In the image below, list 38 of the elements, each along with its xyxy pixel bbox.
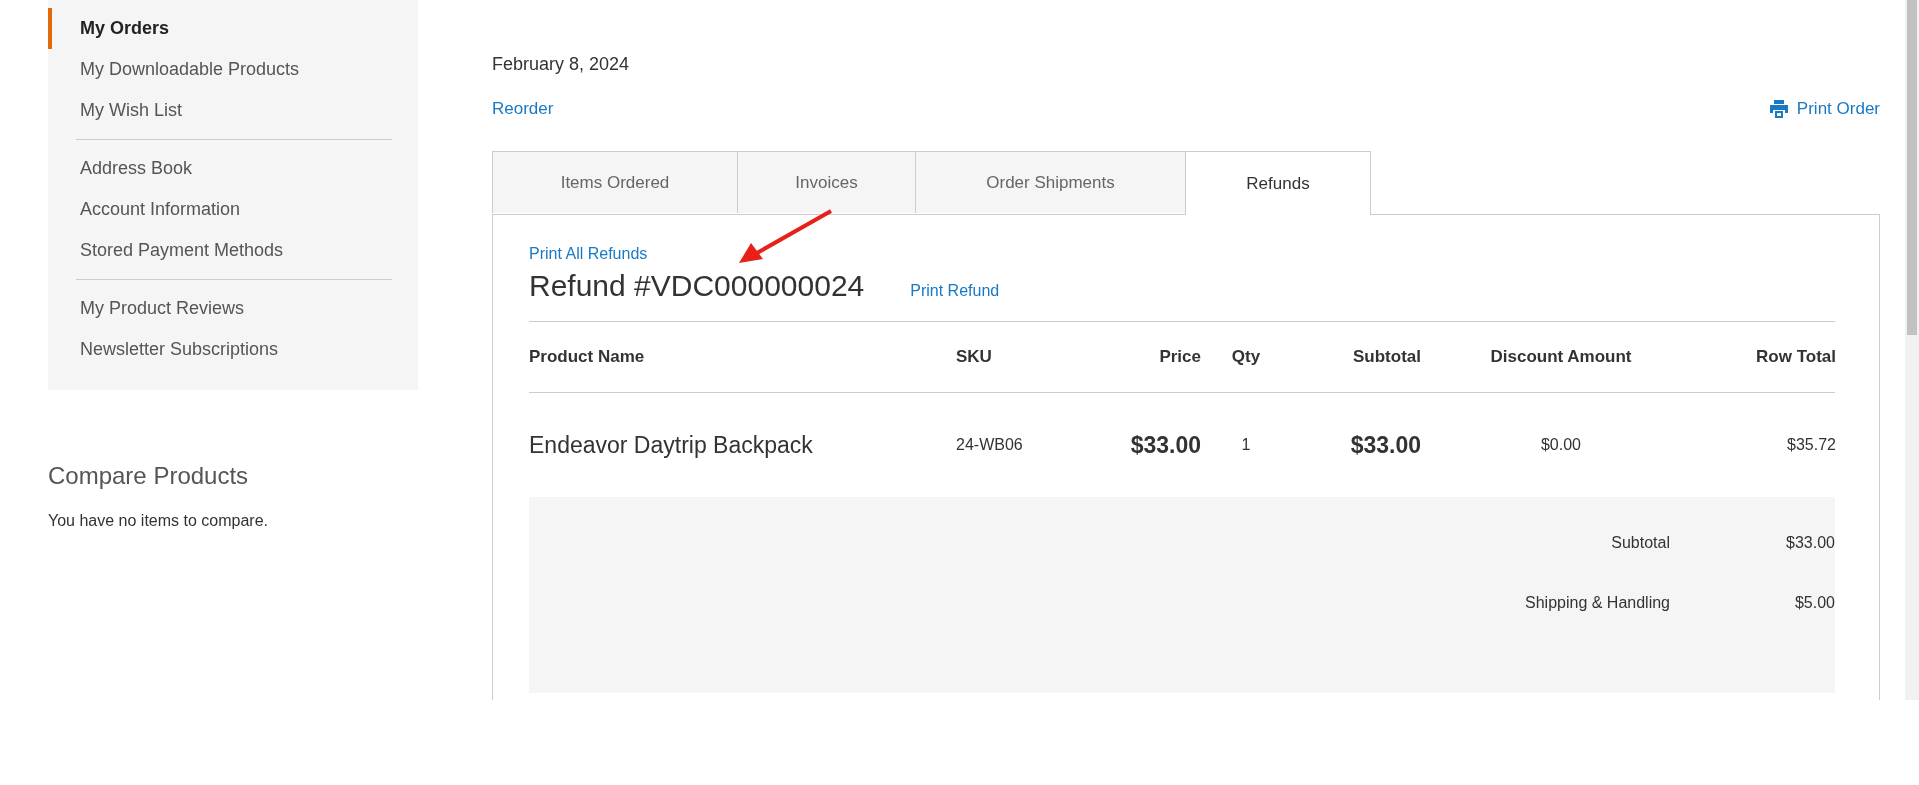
column-header: Price (1158, 347, 1201, 367)
refund-title: Refund #VDC000000024 (529, 269, 865, 303)
sidebar-item[interactable]: Address Book (48, 148, 418, 189)
column-header: SKU (956, 347, 993, 367)
order-tab[interactable]: Items Ordered (492, 151, 737, 213)
total-value: $33.00 (1785, 534, 1835, 552)
table-cell-text: $33.00 (1129, 431, 1201, 459)
reorder-link[interactable]: Reorder (492, 99, 554, 119)
sidebar-item[interactable]: Newsletter Subscriptions (48, 329, 418, 370)
total-value: $5.00 (1793, 594, 1835, 612)
compare-message: You have no items to compare. (48, 512, 269, 530)
print-all-refunds-link[interactable]: Print All Refunds (529, 245, 648, 263)
order-date: February 8, 2024 (492, 54, 631, 75)
table-cell-text: $35.72 (1786, 436, 1836, 454)
table-cell-text: 1 (1240, 436, 1252, 454)
column-header: Subtotal (1352, 347, 1421, 367)
table-cell-text: $33.00 (1349, 431, 1421, 459)
order-tab[interactable]: Invoices (737, 151, 915, 213)
column-header: Discount Amount (1489, 347, 1633, 367)
sidebar-item[interactable]: My Product Reviews (48, 288, 418, 329)
sidebar-item[interactable]: My Wish List (48, 90, 418, 131)
total-label: Shipping & Handling (1525, 594, 1670, 612)
table-cell-text: 24-WB06 (956, 436, 1024, 454)
table-cell-text: $0.00 (1539, 436, 1582, 454)
column-header: Product Name (529, 347, 646, 367)
total-label: Subtotal (1611, 534, 1670, 552)
order-tab[interactable]: Refunds (1185, 151, 1371, 215)
table-cell-text: Endeavor Daytrip Backpack (529, 431, 814, 459)
column-header: Qty (1230, 347, 1262, 367)
sidebar-item[interactable]: My Downloadable Products (48, 49, 418, 90)
print-refund-link[interactable]: Print Refund (910, 282, 1000, 300)
print-order-link[interactable]: Print Order (1768, 99, 1880, 119)
order-tab[interactable]: Order Shipments (915, 151, 1185, 213)
column-header: Row Total (1755, 347, 1836, 367)
compare-title: Compare Products (48, 462, 250, 490)
sidebar-item[interactable]: Account Information (48, 189, 418, 230)
sidebar-item[interactable]: My Orders (48, 8, 418, 49)
sidebar-item[interactable]: Stored Payment Methods (48, 230, 418, 271)
